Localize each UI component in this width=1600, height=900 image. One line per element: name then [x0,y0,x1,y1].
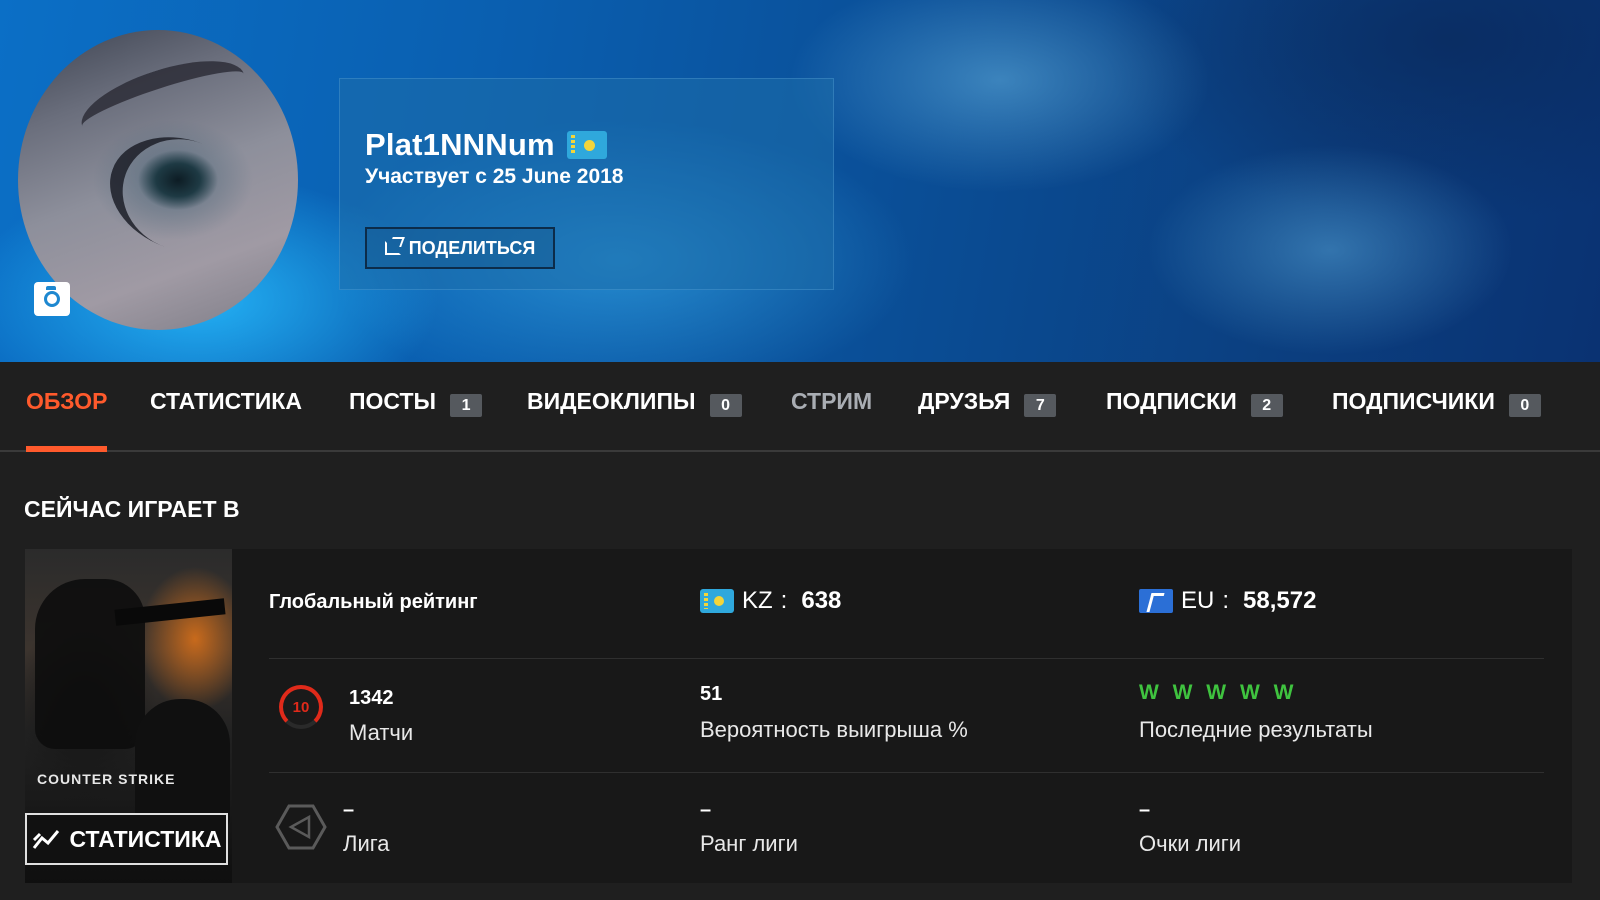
tab-subscribers-count: 0 [1508,394,1541,417]
share-button[interactable]: ПОДЕЛИТЬСЯ [365,227,555,269]
league-row: – Лига – Ранг лиги – Очки лиги [269,773,1544,883]
game-panel: COUNTER STRIKE СТАТИСТИКА Глобальный рей… [25,549,1572,883]
profile-card: Plat1NNNum Участвует с 25 June 2018 ПОДЕ… [339,78,834,290]
rating-row: Глобальный рейтинг KZ: 638 EU: 58,572 [269,549,1544,659]
tab-subscriptions[interactable]: ПОДПИСКИ 2 [1106,388,1283,452]
kz-rank-value: 638 [801,587,842,614]
chart-icon [32,830,59,849]
tab-subscriptions-count: 2 [1250,394,1283,417]
share-button-label: ПОДЕЛИТЬСЯ [408,237,536,258]
league-points-label: Очки лиги [1139,831,1242,856]
profile-banner: Plat1NNNum Участвует с 25 June 2018 ПОДЕ… [0,0,1600,362]
tab-friends-count: 7 [1024,394,1057,417]
kz-flag-icon [700,589,734,613]
global-rating-label: Глобальный рейтинг [269,591,478,613]
tab-stream[interactable]: СТРИМ [791,388,872,452]
win-rate-value: 51 [700,683,723,705]
tab-subscribers[interactable]: ПОДПИСЧИКИ 0 [1332,388,1541,452]
game-statistics-button[interactable]: СТАТИСТИКА [25,813,228,865]
tab-posts[interactable]: ПОСТЫ 1 [349,388,483,452]
league-icon [275,803,327,851]
profile-tabs: ОБЗОР СТАТИСТИКА ПОСТЫ 1 ВИДЕОКЛИПЫ 0 СТ… [0,362,1600,452]
tab-posts-count: 1 [450,394,483,417]
matches-value: 1342 [349,687,394,709]
kz-rank: KZ: 638 [700,587,841,615]
level-badge-icon: 10 [279,685,323,729]
league-rank-value: – [700,799,712,821]
win-rate-label: Вероятность выигрыша % [700,717,968,742]
eu-rank: EU: 58,572 [1139,587,1316,615]
stats-row: 10 1342 Матчи 51 Вероятность выигрыша % … [269,659,1544,773]
recent-results-value: W W W W W [1139,681,1298,704]
league-points-value: – [1139,799,1151,821]
recent-results-label: Последние результаты [1139,717,1373,742]
tab-videoclips-count: 0 [709,394,742,417]
tab-statistics[interactable]: СТАТИСТИКА [150,388,302,452]
league-value: – [343,799,355,821]
league-rank-label: Ранг лиги [700,831,798,856]
tab-videoclips[interactable]: ВИДЕОКЛИПЫ 0 [527,388,742,452]
member-since: Участвует с 25 June 2018 [365,165,624,188]
kz-flag-icon [566,131,607,159]
eu-region-icon [1139,589,1173,613]
share-icon [384,241,401,255]
now-playing-title: СЕЙЧАС ИГРАЕТ В [24,496,240,522]
matches-label: Матчи [349,720,414,745]
game-logo: COUNTER STRIKE [37,771,176,787]
tab-friends[interactable]: ДРУЗЬЯ 7 [918,388,1057,452]
league-label: Лига [343,831,390,856]
change-avatar-camera-icon[interactable] [34,282,70,316]
eu-rank-value: 58,572 [1243,587,1317,614]
username: Plat1NNNum [365,127,555,162]
tab-overview[interactable]: ОБЗОР [26,388,108,452]
